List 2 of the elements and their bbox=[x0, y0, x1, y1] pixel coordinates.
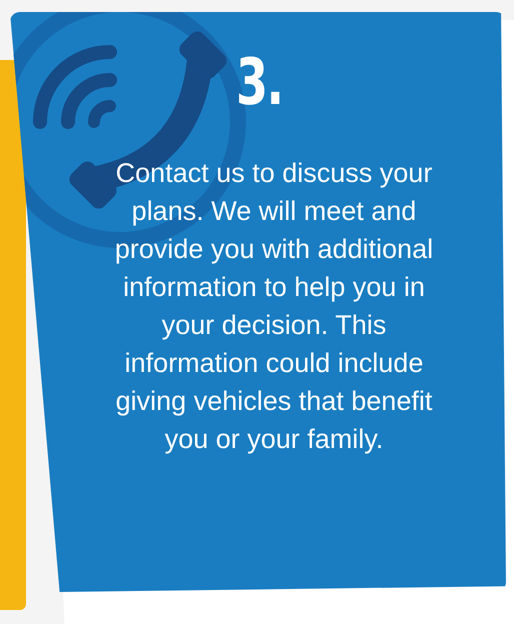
step-description: Contact us to discuss your plans. We will meet and provide you with additional information to help you in your decision. This information could include giving vehicles that benefit you or your family. bbox=[114, 157, 434, 456]
step-number: 3. bbox=[236, 46, 282, 120]
